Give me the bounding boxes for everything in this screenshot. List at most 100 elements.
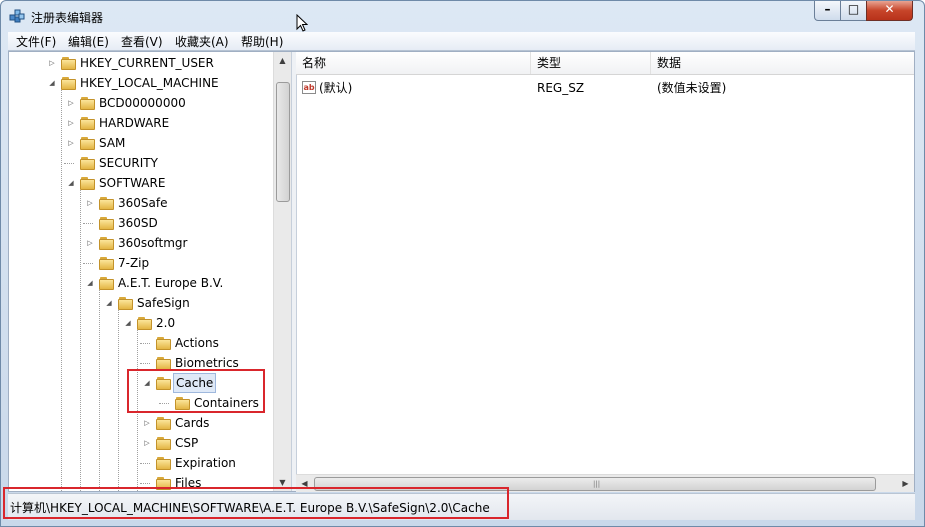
folder-icon [80,156,96,170]
scroll-grip-icon: ||| [593,480,601,488]
column-header-data[interactable]: 数据 [651,52,914,74]
tree-item[interactable]: ◢ 2.0 [9,313,271,333]
column-header-name[interactable]: 名称 [296,52,531,74]
tree-item[interactable]: ▷ 360Safe [9,193,271,213]
tree-item[interactable]: ◢ HKEY_LOCAL_MACHINE [9,73,271,93]
expand-arrow-icon[interactable]: ▷ [67,139,75,147]
collapse-arrow-icon[interactable]: ◢ [86,279,94,287]
maximize-icon: □ [847,2,860,16]
list-header: 名称 类型 数据 [296,52,914,75]
tree-item[interactable]: 360SD [9,213,271,233]
expand-arrow-icon[interactable]: ▷ [86,199,94,207]
tree-vertical-scrollbar[interactable]: ▲ ▼ [273,52,291,491]
close-button[interactable]: ✕ [866,1,913,21]
tree-item-label: 360Safe [118,196,168,210]
collapse-arrow-icon[interactable]: ◢ [67,179,75,187]
tree-item[interactable]: ▷ CSP [9,433,271,453]
tree-item[interactable]: ▷ HKEY_CURRENT_USER [9,53,271,73]
tree-item-label: 2.0 [156,316,176,330]
expand-arrow-icon[interactable]: ▷ [67,119,75,127]
collapse-arrow-icon[interactable]: ◢ [48,79,56,87]
tree-item-label: HARDWARE [99,116,170,130]
tree-item-label: A.E.T. Europe B.V. [118,276,224,290]
list-item[interactable]: ab (默认) REG_SZ (数值未设置) [296,78,914,98]
tree-item[interactable]: ▷ 360softmgr [9,233,271,253]
expand-arrow-icon[interactable]: ▷ [48,59,56,67]
folder-icon [80,96,96,110]
collapse-arrow-icon[interactable]: ◢ [105,299,113,307]
folder-icon [137,316,153,330]
expand-arrow-icon[interactable]: ▷ [67,99,75,107]
tree-item-label: SECURITY [99,156,158,170]
tree-item-label: SafeSign [137,296,190,310]
menu-view[interactable]: 查看(V) [121,33,163,50]
highlight-box-cache [127,369,265,413]
folder-icon [99,196,115,210]
menu-favorites[interactable]: 收藏夹(A) [175,33,229,50]
expand-arrow-icon[interactable]: ▷ [143,439,151,447]
scroll-right-arrow-icon[interactable]: ▶ [897,475,914,492]
tree-item[interactable]: ▷ Cards [9,413,271,433]
expand-arrow-icon[interactable]: ▷ [86,239,94,247]
folder-icon [80,116,96,130]
tree-item-label: SAM [99,136,126,150]
tree-item-label: CSP [175,436,199,450]
window-title: 注册表编辑器 [31,11,104,25]
tree-item[interactable]: ▷ SAM [9,133,271,153]
tree-item-label: BCD00000000 [99,96,186,110]
expand-arrow-icon[interactable]: ▷ [143,419,151,427]
folder-icon [61,76,77,90]
tree-item[interactable]: SECURITY [9,153,271,173]
regedit-window: 注册表编辑器 – □ ✕ 文件(F) 编辑(E) 查看(V) 收藏夹(A) 帮助… [0,0,925,527]
tree-item-label: 360SD [118,216,158,230]
tree-item-label: SOFTWARE [99,176,166,190]
maximize-button[interactable]: □ [840,1,867,21]
values-list[interactable]: 名称 类型 数据 ab (默认) REG_SZ (数值未设置) ◀ ||| ▶ [296,52,914,492]
string-value-icon: ab [302,81,316,94]
collapse-arrow-icon[interactable]: ◢ [124,319,132,327]
title-bar[interactable]: 注册表编辑器 – □ ✕ [1,1,924,32]
tree-item[interactable]: ◢ SOFTWARE [9,173,271,193]
tree-item[interactable]: Actions [9,333,271,353]
tree-item-label: HKEY_CURRENT_USER [80,56,214,70]
folder-icon [156,436,172,450]
scroll-up-arrow-icon[interactable]: ▲ [274,52,291,69]
minimize-button[interactable]: – [814,1,841,21]
tree-item[interactable]: ◢ SafeSign [9,293,271,313]
tree-item[interactable]: ▷ HARDWARE [9,113,271,133]
highlight-box-status [3,487,509,519]
tree-item[interactable]: ▷ BCD00000000 [9,93,271,113]
folder-icon [99,256,115,270]
tree-item-label: 7-Zip [118,256,150,270]
menu-edit[interactable]: 编辑(E) [68,33,109,50]
tree-item[interactable]: Expiration [9,453,271,473]
tree-item-label: Expiration [175,456,236,470]
tree-item-label: HKEY_LOCAL_MACHINE [80,76,219,90]
tree-item[interactable]: 7-Zip [9,253,271,273]
folder-icon [99,216,115,230]
minimize-icon: – [824,2,831,16]
folder-icon [61,56,77,70]
value-name: (默认) [319,81,353,95]
tree-item-label: 360softmgr [118,236,188,250]
close-icon: ✕ [884,2,895,16]
tree-item[interactable]: ◢ A.E.T. Europe B.V. [9,273,271,293]
registry-tree[interactable]: ▷ HKEY_CURRENT_USER ◢ HKEY_LOCAL_MACHINE ▷ BC… [9,52,291,491]
tree-scroll-thumb[interactable] [276,82,290,202]
folder-icon [99,236,115,250]
menu-help[interactable]: 帮助(H) [241,33,283,50]
menu-bar: 文件(F) 编辑(E) 查看(V) 收藏夹(A) 帮助(H) [8,32,915,51]
mouse-cursor-icon [296,14,308,32]
column-header-type[interactable]: 类型 [531,52,651,74]
registry-editor-icon [9,9,25,23]
tree-item-label: Cards [175,416,210,430]
folder-icon [156,336,172,350]
menu-file[interactable]: 文件(F) [16,33,56,50]
